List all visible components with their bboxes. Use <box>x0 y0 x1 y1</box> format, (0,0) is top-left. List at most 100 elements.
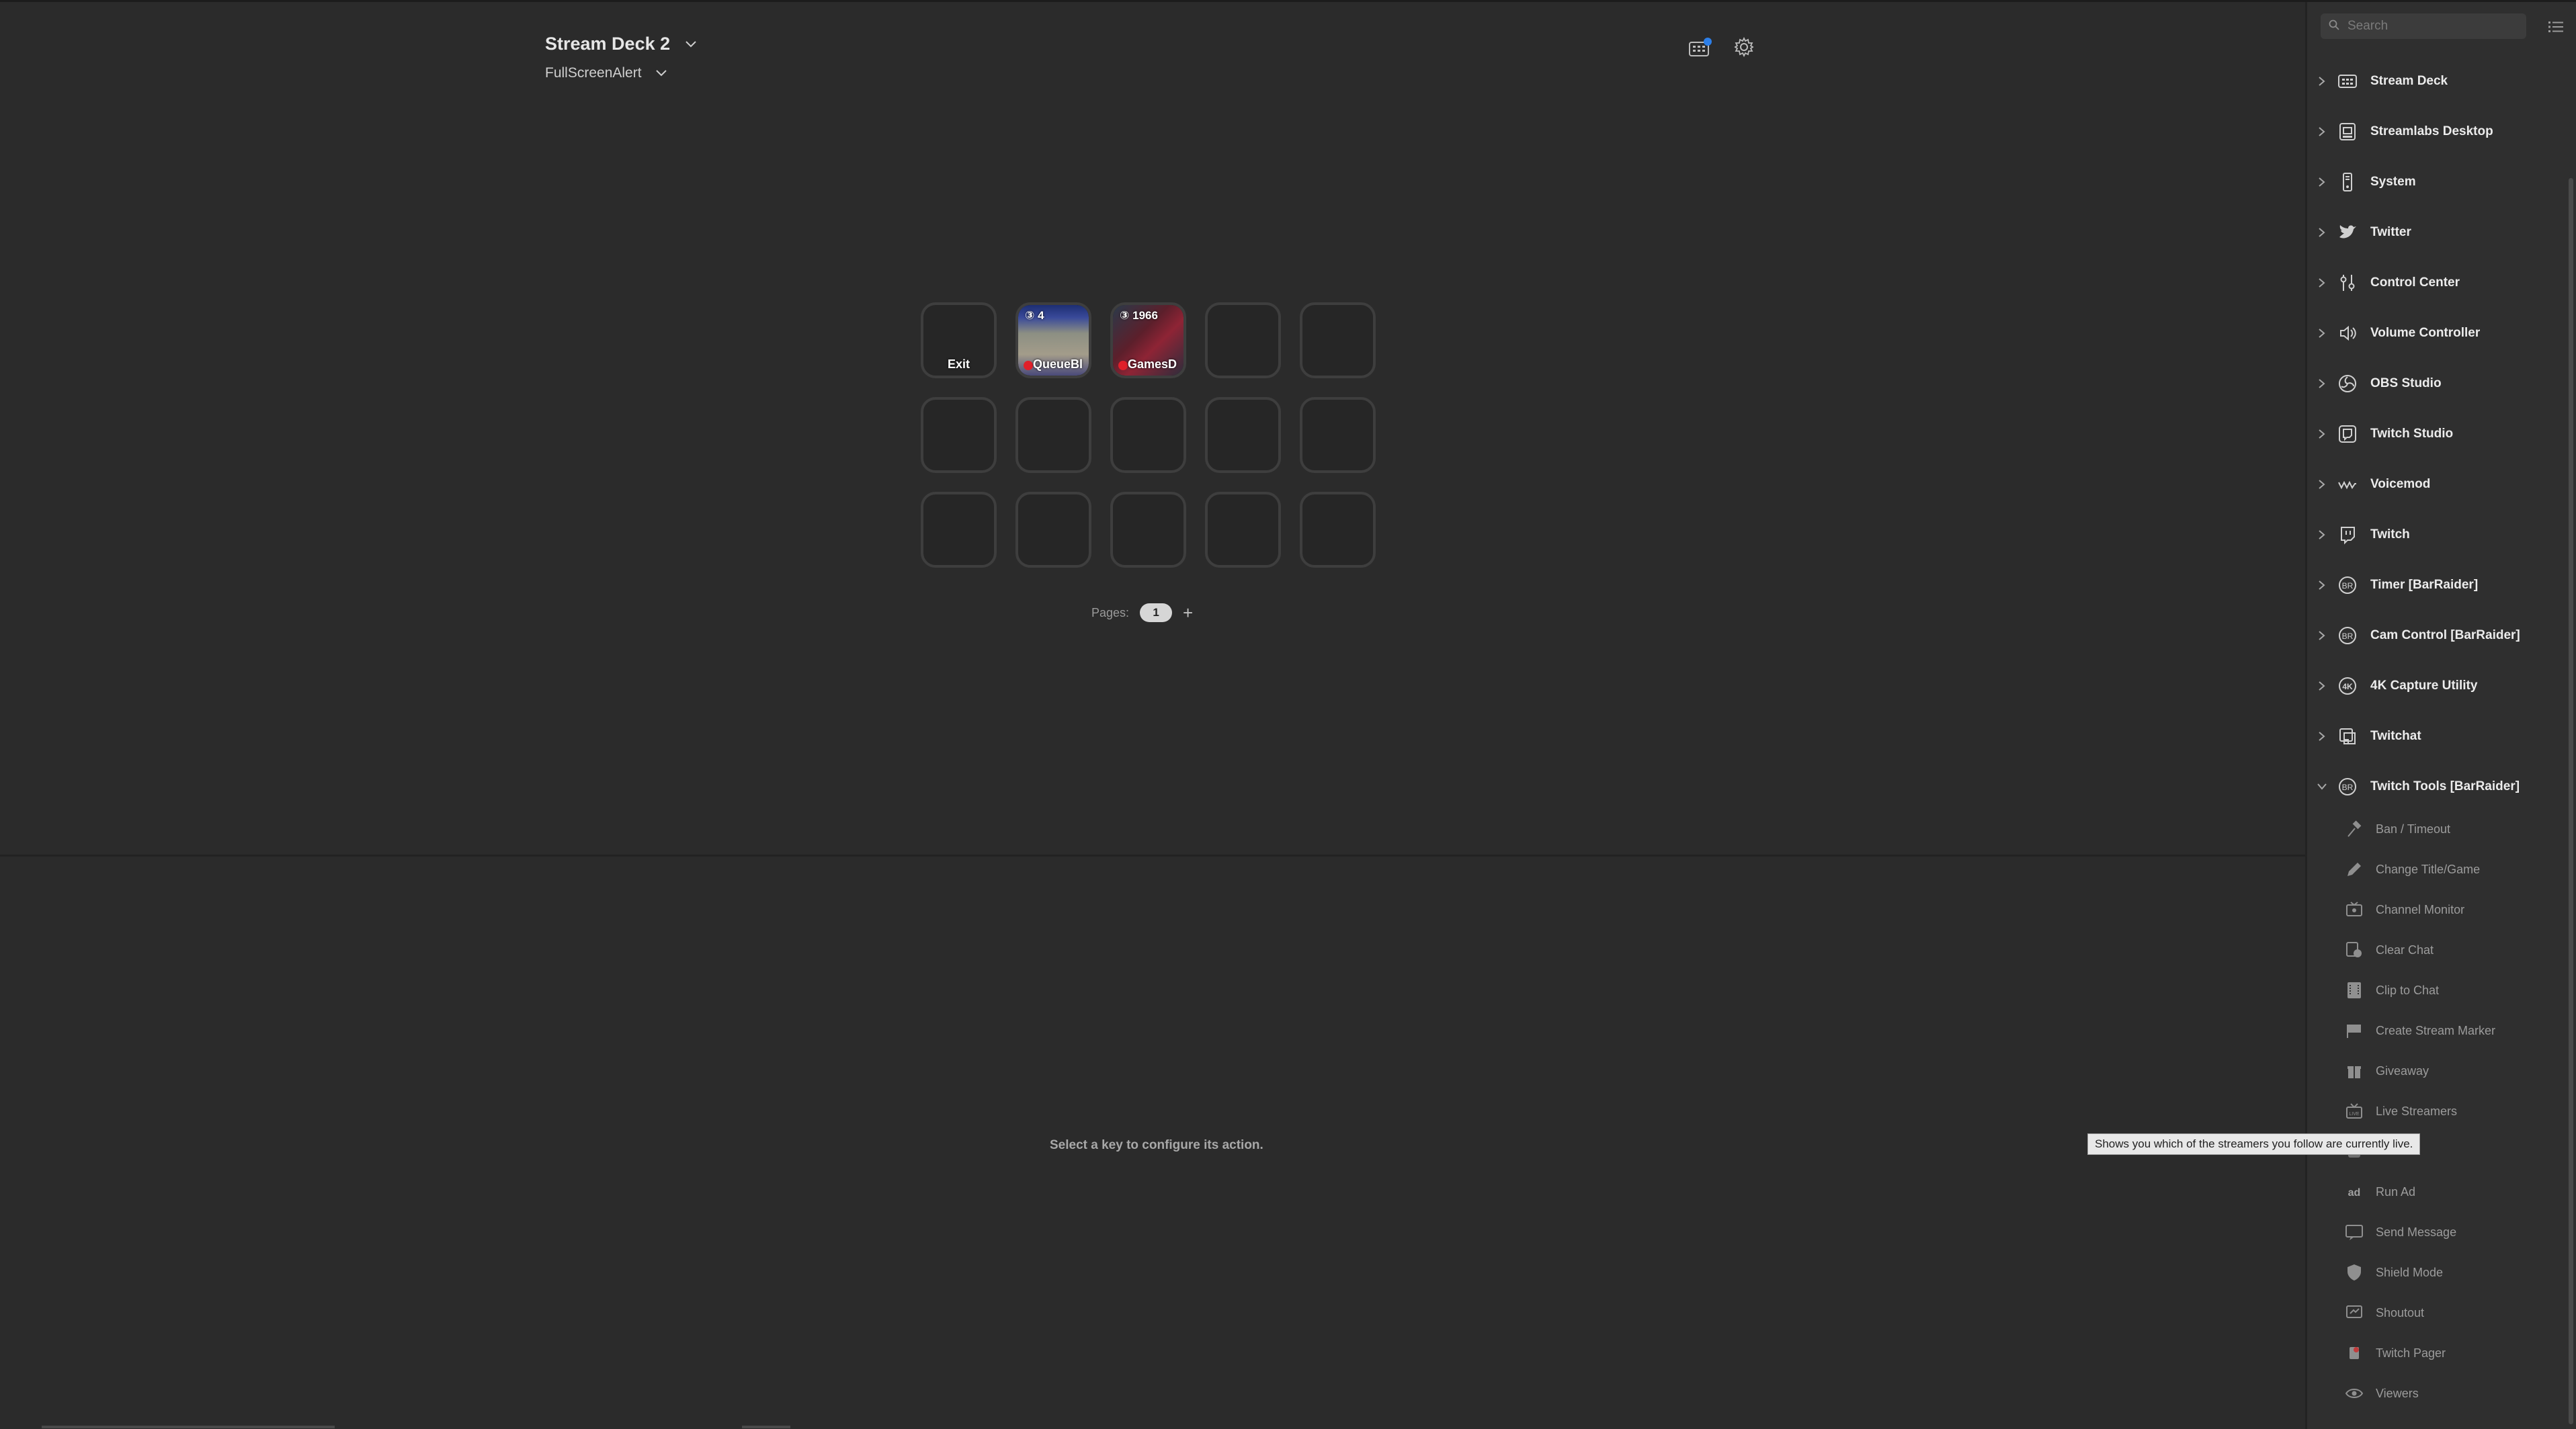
profile-selector[interactable]: FullScreenAlert <box>545 64 670 82</box>
marker-flag-icon <box>2342 1019 2366 1043</box>
chevron-right-icon[interactable] <box>2315 480 2329 489</box>
store-icon[interactable] <box>1687 34 1714 60</box>
system-icon <box>2334 169 2361 196</box>
pencil-icon <box>2342 857 2366 881</box>
chevron-right-icon[interactable] <box>2315 681 2329 691</box>
action-label: Change Title/Game <box>2376 862 2481 876</box>
category-label: Timer [BarRaider] <box>2370 578 2479 592</box>
category-twitchat[interactable]: Twitchat <box>2307 716 2563 756</box>
chevron-right-icon[interactable] <box>2315 732 2329 741</box>
category-label: Twitch Studio <box>2370 427 2454 441</box>
shield-icon <box>2342 1260 2366 1285</box>
action-item[interactable]: Clear Chat <box>2307 931 2563 969</box>
deck-key[interactable] <box>1300 397 1376 473</box>
panel-divider[interactable] <box>0 855 2305 857</box>
chevron-right-icon[interactable] <box>2315 177 2329 187</box>
deck-key[interactable] <box>921 492 997 568</box>
chevron-down-icon <box>653 64 670 82</box>
chevron-right-icon[interactable] <box>2315 228 2329 237</box>
action-item[interactable]: Twitch Pager <box>2307 1334 2563 1372</box>
deck-key[interactable] <box>1015 397 1091 473</box>
add-page-button[interactable]: + <box>1183 604 1193 621</box>
deck-key[interactable]: Exit <box>921 302 997 378</box>
category-system[interactable]: System <box>2307 162 2563 202</box>
chevron-right-icon[interactable] <box>2315 278 2329 288</box>
chevron-right-icon[interactable] <box>2315 329 2329 338</box>
list-view-icon[interactable] <box>2546 17 2566 37</box>
deck-key[interactable] <box>1205 492 1281 568</box>
chevron-right-icon[interactable] <box>2315 580 2329 590</box>
live-tv-icon: LIVE <box>2342 1099 2366 1123</box>
category-timer-barraider[interactable]: BR Timer [BarRaider] <box>2307 565 2563 605</box>
action-item[interactable]: Ban / Timeout <box>2307 810 2563 848</box>
category-control-center[interactable]: Control Center <box>2307 263 2563 303</box>
action-item[interactable]: LIVE Live Streamers <box>2307 1092 2563 1130</box>
action-label: Run Ad <box>2376 1184 2416 1199</box>
chevron-right-icon[interactable] <box>2315 379 2329 388</box>
category-label: Twitchat <box>2370 729 2421 743</box>
action-label: Create Stream Marker <box>2376 1023 2496 1037</box>
page-1-button[interactable]: 1 <box>1140 603 1173 622</box>
svg-text:4K: 4K <box>2342 682 2353 691</box>
action-item[interactable]: Send Message <box>2307 1213 2563 1251</box>
deck-key[interactable]: ③ 4 QueueBl <box>1015 302 1091 378</box>
deck-key[interactable] <box>1110 397 1186 473</box>
chevron-down-icon[interactable] <box>2315 783 2329 790</box>
action-item[interactable]: Channel Monitor <box>2307 891 2563 928</box>
action-item[interactable]: Create Stream Marker <box>2307 1012 2563 1049</box>
category-voicemod[interactable]: Voicemod <box>2307 464 2563 505</box>
category-label: Voicemod <box>2370 477 2431 491</box>
category-streamlabs-desktop[interactable]: Streamlabs Desktop <box>2307 112 2563 152</box>
category-twitch-tools-barraider[interactable]: BR Twitch Tools [BarRaider] <box>2307 767 2563 807</box>
action-item[interactable]: Change Title/Game <box>2307 851 2563 888</box>
chevron-right-icon[interactable] <box>2315 631 2329 640</box>
key-title: Exit <box>947 357 970 371</box>
action-label: Twitch Pager <box>2376 1346 2446 1360</box>
category-4k-capture-utility[interactable]: 4K 4K Capture Utility <box>2307 666 2563 706</box>
streamdeck-icon <box>2334 68 2361 95</box>
category-volume-controller[interactable]: Volume Controller <box>2307 313 2563 353</box>
deck-key[interactable] <box>1110 492 1186 568</box>
action-item[interactable]: Clip to Chat <box>2307 971 2563 1009</box>
category-label: Control Center <box>2370 275 2460 290</box>
sidebar-scrollbar[interactable] <box>2569 178 2573 1424</box>
profile-name: FullScreenAlert <box>545 65 642 81</box>
key-title: GamesD <box>1128 357 1177 371</box>
category-cam-control-barraider[interactable]: BR Cam Control [BarRaider] <box>2307 615 2563 656</box>
action-item[interactable]: Viewers <box>2307 1375 2563 1412</box>
window-top-border <box>0 0 2576 2</box>
ban-hammer-icon <box>2342 817 2366 841</box>
action-item[interactable]: Shoutout <box>2307 1294 2563 1332</box>
search-box[interactable] <box>2321 13 2526 39</box>
action-item[interactable]: Shield Mode <box>2307 1254 2563 1291</box>
category-twitch-studio[interactable]: Twitch Studio <box>2307 414 2563 454</box>
chevron-right-icon[interactable] <box>2315 530 2329 539</box>
gear-icon[interactable] <box>1731 34 1757 60</box>
deck-key[interactable] <box>1205 302 1281 378</box>
action-item[interactable]: ad Run Ad <box>2307 1173 2563 1211</box>
deck-key[interactable] <box>1205 397 1281 473</box>
chevron-right-icon[interactable] <box>2315 429 2329 439</box>
category-stream-deck[interactable]: Stream Deck <box>2307 61 2563 101</box>
chevron-right-icon[interactable] <box>2315 127 2329 136</box>
category-twitch[interactable]: Twitch <box>2307 515 2563 555</box>
category-obs-studio[interactable]: OBS Studio <box>2307 363 2563 404</box>
deck-key[interactable] <box>1015 492 1091 568</box>
search-input[interactable] <box>2346 18 2510 34</box>
category-label: Volume Controller <box>2370 326 2481 340</box>
chevron-right-icon[interactable] <box>2315 77 2329 86</box>
key-grid: Exit ③ 4 QueueBl ③ 1966 GamesD <box>921 302 1376 568</box>
category-twitter[interactable]: Twitter <box>2307 212 2563 253</box>
deck-key[interactable] <box>1300 492 1376 568</box>
pages-label: Pages: <box>1091 605 1130 619</box>
deck-key[interactable] <box>1300 302 1376 378</box>
key-count-label: ③ 1966 <box>1120 309 1158 322</box>
device-selector[interactable]: Stream Deck 2 <box>545 34 700 54</box>
ad-icon: ad <box>2342 1180 2366 1204</box>
horizontal-scrollbar[interactable] <box>42 1426 335 1428</box>
horizontal-scrollbar-secondary[interactable] <box>742 1426 790 1428</box>
svg-text:BR: BR <box>2342 632 2354 641</box>
deck-key[interactable] <box>921 397 997 473</box>
action-item[interactable]: Giveaway <box>2307 1052 2563 1090</box>
deck-key[interactable]: ③ 1966 GamesD <box>1110 302 1186 378</box>
